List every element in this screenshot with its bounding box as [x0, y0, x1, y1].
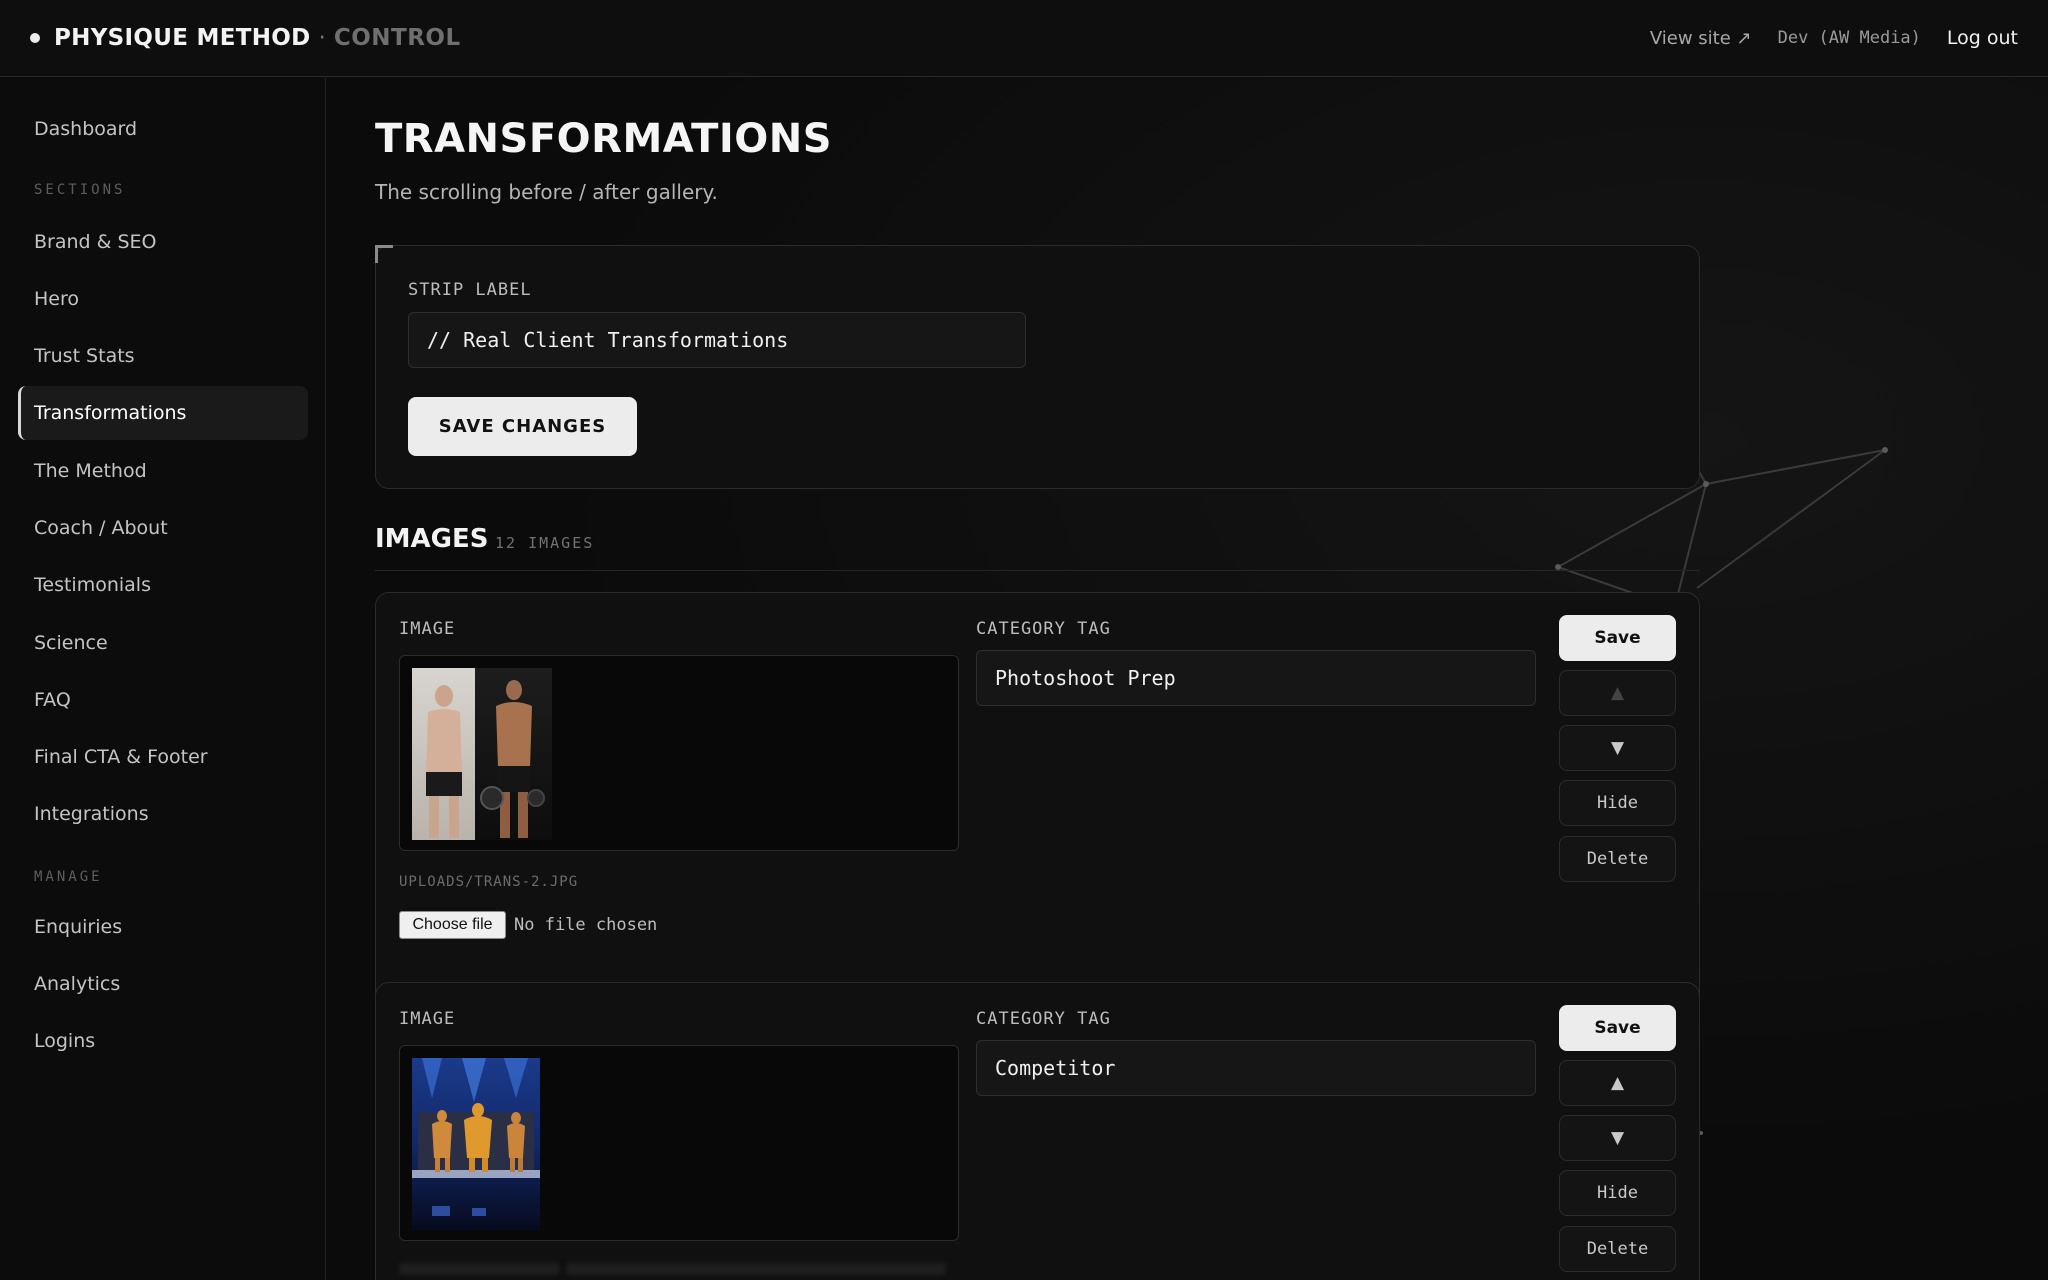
- view-site-link[interactable]: View site ↗: [1650, 28, 1752, 49]
- image-path-continued: [566, 1263, 946, 1275]
- image-path: UPLOADS/TRANS-2.JPG: [399, 874, 579, 890]
- sidebar-item-integrations[interactable]: Integrations: [18, 787, 308, 841]
- images-section-title: IMAGES: [375, 524, 489, 554]
- image-card: IMAGE: [375, 592, 1700, 1042]
- move-down-button[interactable]: ▼: [1559, 725, 1676, 771]
- section-divider: [375, 570, 1700, 571]
- sidebar-item-logins[interactable]: Logins: [18, 1014, 308, 1068]
- corner-accent: [375, 245, 393, 263]
- top-bar: PHYSIQUE METHOD · CONTROL View site ↗ De…: [0, 0, 2048, 77]
- strip-label-panel: STRIP LABEL // Real Client Transformatio…: [375, 245, 1700, 489]
- hide-button[interactable]: Hide: [1559, 780, 1676, 826]
- file-status: No file chosen: [514, 915, 658, 935]
- environment-label: Dev (AW Media): [1777, 28, 1921, 48]
- sidebar-item-testimonials[interactable]: Testimonials: [18, 558, 308, 612]
- competitor-stage-photo: [412, 1058, 540, 1230]
- image-path: [399, 1263, 559, 1275]
- save-changes-button[interactable]: SAVE CHANGES: [408, 397, 637, 456]
- delete-button[interactable]: Delete: [1559, 836, 1676, 882]
- sidebar-item-transformations[interactable]: Transformations: [18, 386, 308, 440]
- sidebar-item-coach-about[interactable]: Coach / About: [18, 501, 308, 555]
- brand[interactable]: PHYSIQUE METHOD · CONTROL: [30, 25, 461, 51]
- sidebar-item-the-method[interactable]: The Method: [18, 444, 308, 498]
- delete-button[interactable]: Delete: [1559, 1226, 1676, 1272]
- main-content: TRANSFORMATIONS The scrolling before / a…: [327, 78, 2048, 1280]
- category-tag-label: CATEGORY TAG: [976, 1009, 1111, 1029]
- move-up-button[interactable]: ▲: [1559, 1060, 1676, 1106]
- page-subtitle: The scrolling before / after gallery.: [375, 180, 718, 204]
- sidebar-item-dashboard[interactable]: Dashboard: [18, 102, 308, 156]
- strip-label-heading: STRIP LABEL: [408, 280, 532, 300]
- sidebar-heading-sections: SECTIONS: [34, 182, 126, 198]
- before-after-photo: [412, 668, 552, 840]
- brand-subtitle: CONTROL: [333, 25, 461, 51]
- sidebar-item-final-cta-footer[interactable]: Final CTA & Footer: [18, 730, 308, 784]
- category-tag-input[interactable]: Competitor: [976, 1040, 1536, 1096]
- image-label: IMAGE: [399, 1009, 456, 1029]
- sidebar-item-trust-stats[interactable]: Trust Stats: [18, 329, 308, 383]
- sidebar-item-enquiries[interactable]: Enquiries: [18, 900, 308, 954]
- logout-button[interactable]: Log out: [1947, 27, 2018, 49]
- image-preview[interactable]: [399, 1045, 959, 1241]
- sidebar-item-hero[interactable]: Hero: [18, 272, 308, 326]
- image-preview[interactable]: [399, 655, 959, 851]
- move-down-button[interactable]: ▼: [1559, 1115, 1676, 1161]
- category-tag-label: CATEGORY TAG: [976, 619, 1111, 639]
- move-up-button[interactable]: ▲: [1559, 670, 1676, 716]
- brand-dot-icon: [30, 33, 40, 43]
- brand-name: PHYSIQUE METHOD: [54, 25, 311, 51]
- choose-file-button[interactable]: Choose file: [399, 911, 506, 939]
- sidebar-item-analytics[interactable]: Analytics: [18, 957, 308, 1011]
- image-card: IMAGE: [375, 982, 1700, 1280]
- page-title: TRANSFORMATIONS: [375, 116, 833, 162]
- image-label: IMAGE: [399, 619, 456, 639]
- brand-separator: ·: [318, 25, 326, 51]
- strip-label-input[interactable]: // Real Client Transformations: [408, 312, 1026, 368]
- sidebar-item-brand-seo[interactable]: Brand & SEO: [18, 215, 308, 269]
- sidebar-item-science[interactable]: Science: [18, 616, 308, 670]
- category-tag-input[interactable]: Photoshoot Prep: [976, 650, 1536, 706]
- sidebar: Dashboard SECTIONS Brand & SEO Hero Trus…: [0, 78, 326, 1280]
- sidebar-item-faq[interactable]: FAQ: [18, 673, 308, 727]
- images-count: 12 IMAGES: [495, 534, 595, 552]
- sidebar-heading-manage: MANAGE: [34, 869, 103, 885]
- save-image-button[interactable]: Save: [1559, 615, 1676, 661]
- hide-button[interactable]: Hide: [1559, 1170, 1676, 1216]
- save-image-button[interactable]: Save: [1559, 1005, 1676, 1051]
